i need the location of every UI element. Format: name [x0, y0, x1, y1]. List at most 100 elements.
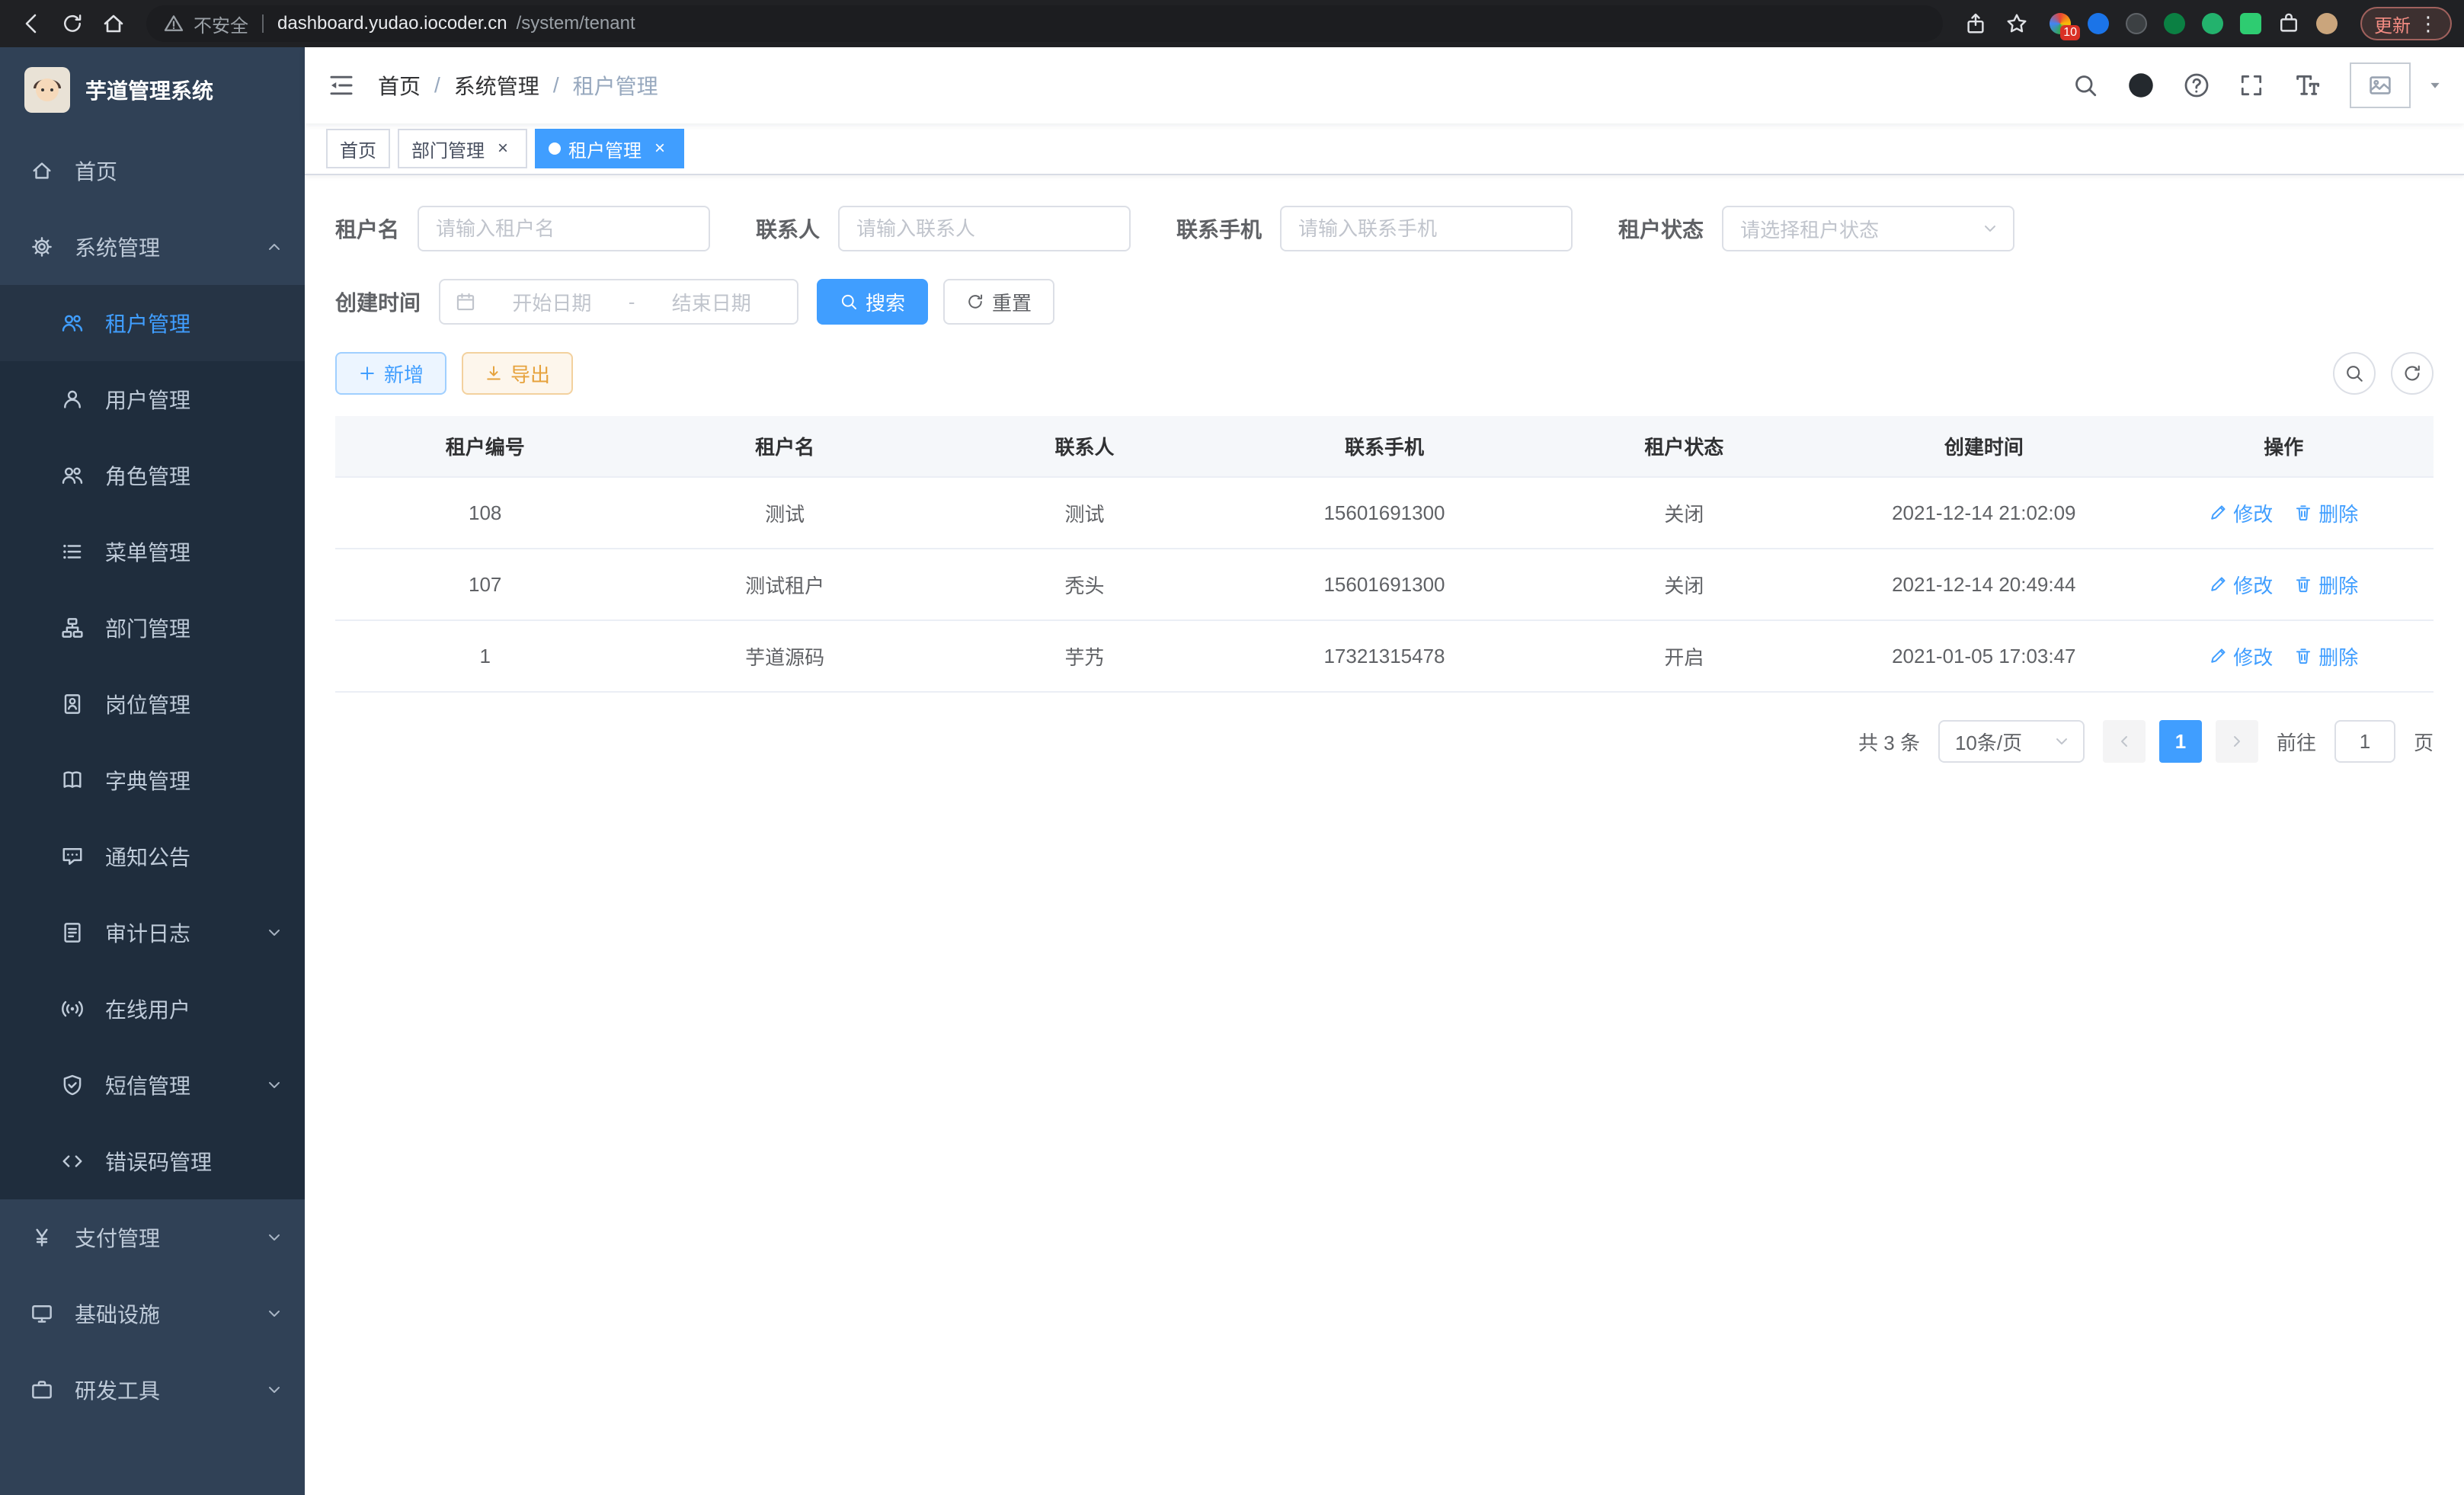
colorwheel-extension-icon[interactable]: 10 [2048, 11, 2072, 36]
tab-close-icon[interactable]: × [649, 138, 670, 159]
green-chat-extension-icon[interactable] [2238, 11, 2263, 36]
next-page-button[interactable] [2216, 720, 2258, 763]
tenant-people-icon [61, 312, 84, 335]
sidebar-group-system[interactable]: 系统管理 [0, 209, 305, 285]
create-time-range-picker[interactable]: 开始日期 - 结束日期 [439, 279, 798, 325]
sidebar-item-post[interactable]: 岗位管理 [0, 666, 305, 742]
blue-shield-extension-icon[interactable] [2086, 11, 2110, 36]
column-header: 租户名 [635, 416, 934, 477]
add-button-label: 新增 [384, 360, 424, 388]
tab-home[interactable]: 首页 [326, 129, 390, 168]
edit-link[interactable]: 修改 [2209, 642, 2273, 671]
toggle-search-icon-button[interactable] [2333, 352, 2376, 395]
reset-button[interactable]: 重置 [943, 279, 1054, 325]
prev-page-button[interactable] [2103, 720, 2146, 763]
system-submenu: 租户管理 用户管理 角色管理 菜单管理 [0, 285, 305, 1199]
cell-tenant-id: 108 [335, 477, 635, 549]
sidebar-item-dict[interactable]: 字典管理 [0, 742, 305, 818]
browser-reload-button[interactable] [53, 5, 91, 43]
green-circle-extension-icon[interactable] [2200, 11, 2225, 36]
help-question-icon[interactable] [2184, 72, 2210, 98]
delete-link-label: 删除 [2318, 642, 2358, 671]
sidebar-group-label: 研发工具 [75, 1375, 160, 1405]
sidebar-item-label: 部门管理 [105, 613, 190, 643]
delete-link[interactable]: 删除 [2294, 571, 2358, 599]
sidebar-item-menu[interactable]: 菜单管理 [0, 514, 305, 590]
browser-profile-avatar[interactable] [2315, 11, 2339, 36]
breadcrumb-system[interactable]: 系统管理 [454, 70, 539, 101]
avatar-caret-down-icon[interactable] [2427, 78, 2443, 93]
sidebar-item-label: 字典管理 [105, 765, 190, 796]
page-size-select[interactable]: 10条/页 [1938, 720, 2085, 763]
sidebar-group-payment[interactable]: 支付管理 [0, 1199, 305, 1276]
chevron-down-icon [265, 1228, 283, 1247]
sidebar-item-online-user[interactable]: 在线用户 [0, 971, 305, 1047]
chevron-down-icon [265, 1381, 283, 1399]
header-search-icon[interactable] [2072, 72, 2098, 98]
tab-tenant[interactable]: 租户管理 × [535, 129, 684, 168]
tenant-table: 租户编号 租户名 联系人 联系手机 租户状态 创建时间 操作 108 测试 [335, 416, 2434, 693]
chrome-menu-icon[interactable]: ⋮ [2418, 12, 2438, 36]
delete-link[interactable]: 删除 [2294, 499, 2358, 527]
sidebar-item-dept[interactable]: 部门管理 [0, 590, 305, 666]
sidebar-item-label: 用户管理 [105, 384, 190, 415]
browser-home-button[interactable] [94, 5, 133, 43]
address-bar[interactable]: 不安全 dashboard.yudao.iocoder.cn /system/t… [146, 5, 1943, 42]
contact-name-input[interactable] [838, 206, 1131, 251]
edit-link[interactable]: 修改 [2209, 571, 2273, 599]
dept-tree-icon [61, 616, 84, 639]
bookmark-star-icon[interactable] [1998, 5, 2036, 43]
app-logo: 芋道管理系统 [0, 47, 305, 133]
sidebar-item-label: 通知公告 [105, 841, 190, 872]
breadcrumb-home[interactable]: 首页 [378, 70, 421, 101]
contact-mobile-input[interactable] [1280, 206, 1573, 251]
fullscreen-icon[interactable] [2238, 72, 2264, 98]
user-icon [61, 388, 84, 411]
tab-close-icon[interactable]: × [492, 138, 514, 159]
table-row: 107 测试租户 秃头 15601691300 关闭 2021-12-14 20… [335, 549, 2434, 620]
column-header: 联系人 [935, 416, 1234, 477]
audit-doc-icon [61, 921, 84, 944]
tab-dept[interactable]: 部门管理 × [398, 129, 527, 168]
toolbox-icon [30, 1378, 53, 1401]
sidebar-group-devtools[interactable]: 研发工具 [0, 1352, 305, 1428]
dark-green-extension-icon[interactable] [2162, 11, 2187, 36]
dark-globe-extension-icon[interactable] [2124, 11, 2149, 36]
main-area: 首页 / 系统管理 / 租户管理 首页 [305, 47, 2464, 1495]
export-button[interactable]: 导出 [462, 352, 573, 395]
cell-status: 关闭 [1534, 549, 1834, 620]
tenant-name-input[interactable] [418, 206, 710, 251]
sidebar-item-audit-log[interactable]: 审计日志 [0, 895, 305, 971]
goto-page-input[interactable] [2334, 720, 2395, 763]
sidebar-item-tenant[interactable]: 租户管理 [0, 285, 305, 361]
sidebar-item-label: 岗位管理 [105, 689, 190, 719]
font-size-icon[interactable] [2293, 72, 2321, 99]
user-avatar[interactable] [2350, 62, 2411, 108]
cell-contact: 秃头 [935, 549, 1234, 620]
search-button[interactable]: 搜索 [817, 279, 928, 325]
browser-back-button[interactable] [12, 5, 50, 43]
sidebar-item-home[interactable]: 首页 [0, 133, 305, 209]
refresh-table-button[interactable] [2391, 352, 2434, 395]
delete-link-label: 删除 [2318, 499, 2358, 527]
share-icon[interactable] [1957, 5, 1995, 43]
extensions-puzzle-icon[interactable] [2277, 11, 2301, 36]
add-button[interactable]: 新增 [335, 352, 446, 395]
sidebar-item-user[interactable]: 用户管理 [0, 361, 305, 437]
sidebar-fold-icon[interactable] [305, 47, 378, 123]
tenant-status-select[interactable]: 请选择租户状态 [1722, 206, 2014, 251]
page-number-button[interactable]: 1 [2159, 720, 2202, 763]
chrome-update-button[interactable]: 更新 ⋮ [2360, 7, 2452, 40]
sidebar-item-notice[interactable]: 通知公告 [0, 818, 305, 895]
sidebar-group-infra[interactable]: 基础设施 [0, 1276, 305, 1352]
edit-link[interactable]: 修改 [2209, 499, 2273, 527]
cell-phone: 15601691300 [1234, 549, 1534, 620]
sidebar-item-sms[interactable]: 短信管理 [0, 1047, 305, 1123]
breadcrumb-separator: / [434, 73, 440, 98]
tab-label: 首页 [340, 136, 376, 162]
github-icon[interactable] [2127, 72, 2155, 99]
cell-tenant-id: 107 [335, 549, 635, 620]
sidebar-item-role[interactable]: 角色管理 [0, 437, 305, 514]
delete-link[interactable]: 删除 [2294, 642, 2358, 671]
sidebar-item-error-code[interactable]: 错误码管理 [0, 1123, 305, 1199]
